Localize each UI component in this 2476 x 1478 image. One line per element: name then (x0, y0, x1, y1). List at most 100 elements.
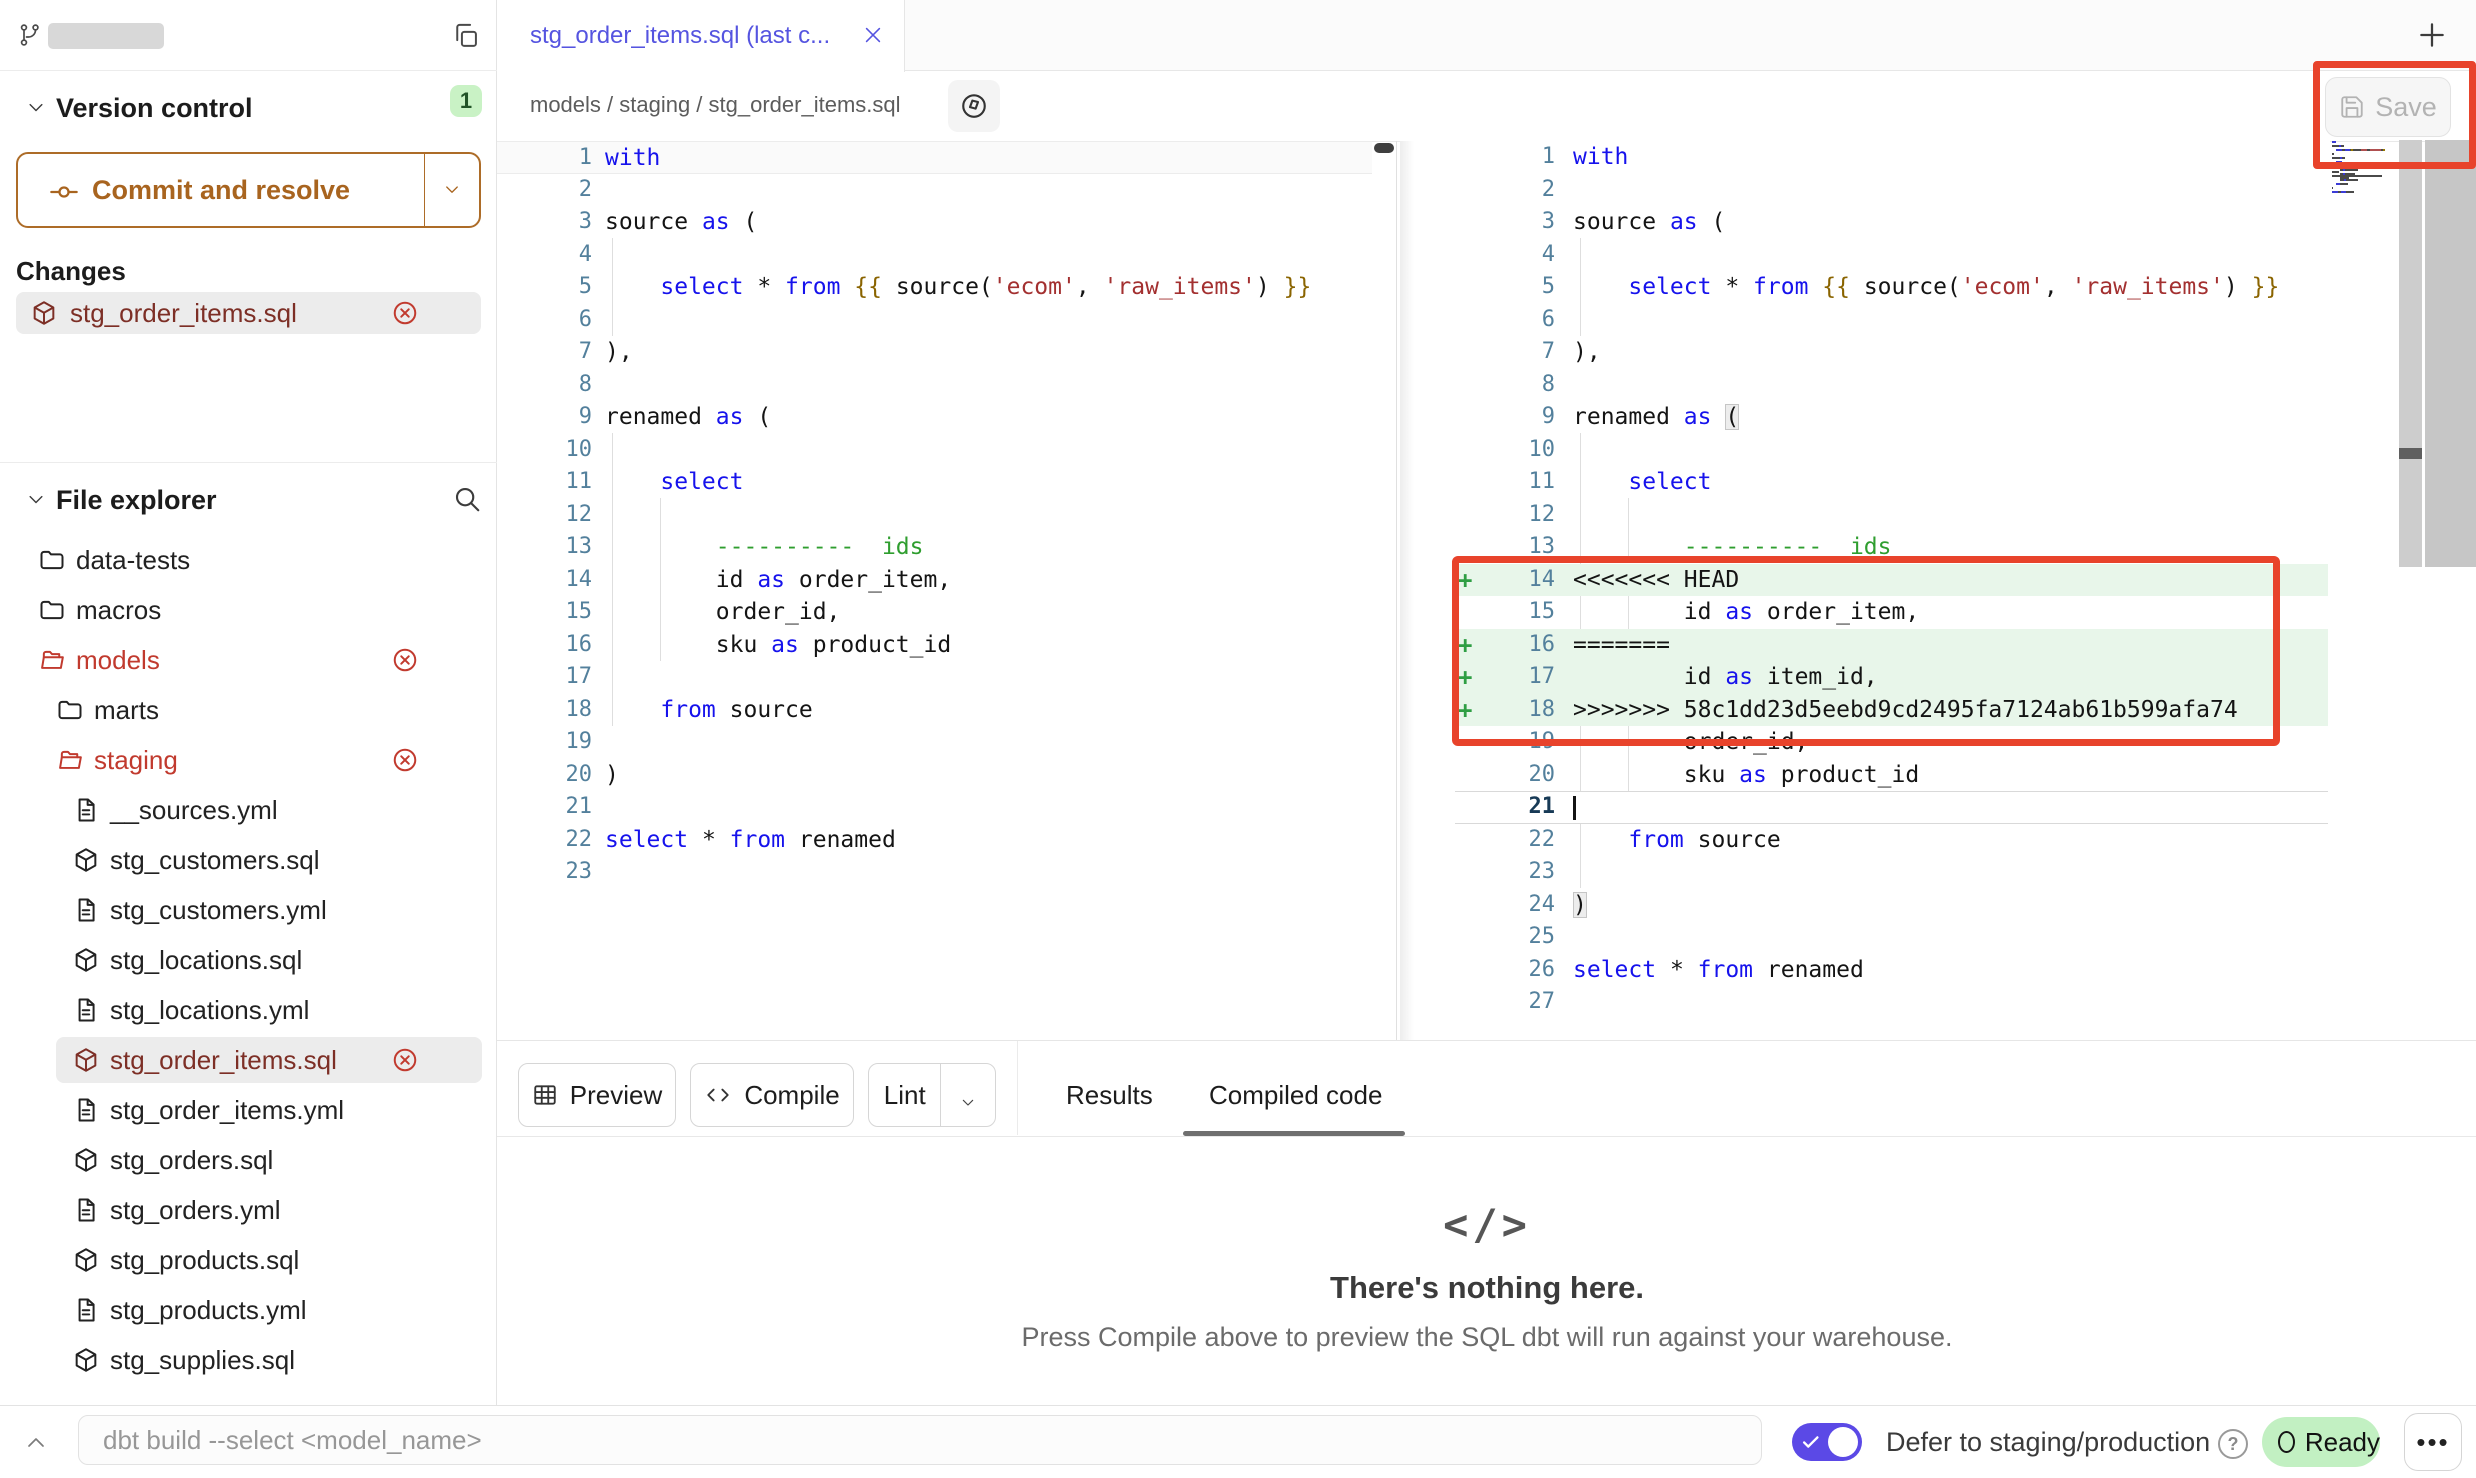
file-tree-item-stg_order_items.sql[interactable]: stg_order_items.sql (0, 1035, 497, 1085)
code-line-15[interactable]: 15 order_id, (497, 596, 1372, 629)
file-tree-item-stg_customers.yml[interactable]: stg_customers.yml (0, 885, 497, 935)
lint-dropdown-button[interactable] (940, 1064, 995, 1126)
line-number: 13 (497, 531, 592, 564)
discard-change-icon[interactable] (391, 299, 419, 327)
file-tree-item-macros[interactable]: macros (0, 585, 497, 635)
commit-dropdown-button[interactable] (424, 154, 479, 226)
code-line-16[interactable]: 16 sku as product_id (497, 629, 1372, 662)
code-line-6[interactable]: 6 (497, 304, 1372, 337)
code-line-8[interactable]: 8 (497, 369, 1372, 402)
tab-results[interactable]: Results (1066, 1080, 1153, 1111)
chevron-down-icon[interactable] (24, 490, 48, 510)
code-line-3[interactable]: 3source as ( (497, 206, 1372, 239)
code-line-20[interactable]: 20 sku as product_id (1400, 759, 2330, 792)
code-line-23[interactable]: 23 (497, 856, 1372, 889)
defer-label: Defer to staging/production (1886, 1427, 2210, 1458)
code-line-11[interactable]: 11 select (1400, 466, 2330, 499)
code-line-1[interactable]: 1with (1400, 141, 2330, 174)
code-line-19[interactable]: 19 (497, 726, 1372, 759)
code-line-25[interactable]: 25 (1400, 921, 2330, 954)
close-icon[interactable] (862, 24, 884, 46)
code-line-21[interactable]: 21 (497, 791, 1372, 824)
code-line-26[interactable]: 26select * from renamed (1400, 954, 2330, 987)
file-tree-item-models[interactable]: models (0, 635, 497, 685)
code-line-12[interactable]: 12 (1400, 499, 2330, 532)
code-line-21[interactable]: 21 (1400, 791, 2330, 824)
tab-compiled-code[interactable]: Compiled code (1209, 1080, 1382, 1111)
save-button[interactable]: Save (2325, 77, 2451, 137)
code-line-8[interactable]: 8 (1400, 369, 2330, 402)
code-line-14[interactable]: 14 id as order_item, (497, 564, 1372, 597)
code-line-4[interactable]: 4 (1400, 239, 2330, 272)
file-tree-item-stg_customers.sql[interactable]: stg_customers.sql (0, 835, 497, 885)
code-line-7[interactable]: 7), (497, 336, 1372, 369)
discard-change-icon[interactable] (391, 646, 419, 674)
lint-split-button[interactable]: Lint (868, 1063, 996, 1127)
code-line-9[interactable]: 9renamed as ( (1400, 401, 2330, 434)
commit-and-resolve-button[interactable]: Commit and resolve (16, 152, 481, 228)
search-icon[interactable] (452, 484, 482, 514)
code-line-1[interactable]: 1with (497, 141, 1372, 174)
tab-stg-order-items[interactable]: stg_order_items.sql (last c... (497, 0, 905, 72)
code-line-6[interactable]: 6 (1400, 304, 2330, 337)
discard-change-icon[interactable] (391, 1046, 419, 1074)
code-line-13[interactable]: 13 ---------- ids (497, 531, 1372, 564)
code-line-11[interactable]: 11 select (497, 466, 1372, 499)
new-tab-plus-icon[interactable] (2416, 19, 2448, 51)
defer-toggle[interactable] (1792, 1423, 1862, 1461)
code-line-22[interactable]: 22select * from renamed (497, 824, 1372, 857)
code-line-4[interactable]: 4 (497, 239, 1372, 272)
editor-scrollbar-track[interactable] (2399, 140, 2422, 567)
copy-icon[interactable] (452, 21, 480, 51)
file-tree-item-data-tests[interactable]: data-tests (0, 535, 497, 585)
lineage-button[interactable] (948, 80, 1000, 132)
changes-label: Changes (16, 256, 126, 287)
command-input[interactable] (78, 1415, 1762, 1465)
code-line-12[interactable]: 12 (497, 499, 1372, 532)
code-line-5[interactable]: 5 select * from {{ source('ecom', 'raw_i… (497, 271, 1372, 304)
code-line-22[interactable]: 22 from source (1400, 824, 2330, 857)
chevron-up-icon[interactable] (22, 1431, 50, 1455)
code-line-2[interactable]: 2 (1400, 174, 2330, 207)
help-icon[interactable]: ? (2218, 1429, 2248, 1459)
model-cube-icon (30, 299, 58, 327)
file-tree-item-stg_products.yml[interactable]: stg_products.yml (0, 1285, 497, 1335)
changed-file-row[interactable]: stg_order_items.sql (16, 292, 481, 334)
code-line-5[interactable]: 5 select * from {{ source('ecom', 'raw_i… (1400, 271, 2330, 304)
file-tree-item-stg_locations.sql[interactable]: stg_locations.sql (0, 935, 497, 985)
git-branch-icon[interactable] (18, 23, 42, 47)
more-options-button[interactable]: ••• (2404, 1413, 2462, 1471)
code-line-2[interactable]: 2 (497, 174, 1372, 207)
discard-change-icon[interactable] (391, 746, 419, 774)
preview-button[interactable]: Preview (518, 1063, 676, 1127)
code-line-9[interactable]: 9renamed as ( (497, 401, 1372, 434)
editor-scrollbar-thumb[interactable] (2399, 448, 2422, 459)
file-tree-item-stg_locations.yml[interactable]: stg_locations.yml (0, 985, 497, 1035)
line-number: 23 (497, 856, 592, 889)
code-line-24[interactable]: 24) (1400, 889, 2330, 922)
lint-button-label[interactable]: Lint (869, 1080, 940, 1111)
file-tree-item-stg_orders.yml[interactable]: stg_orders.yml (0, 1185, 497, 1235)
file-name: stg_products.sql (110, 1245, 299, 1276)
file-tree-item-stg_products.sql[interactable]: stg_products.sql (0, 1235, 497, 1285)
code-line-7[interactable]: 7), (1400, 336, 2330, 369)
code-line-10[interactable]: 10 (497, 434, 1372, 467)
editor-last-commit[interactable]: 1with23source as (45 select * from {{ so… (497, 141, 1372, 901)
code-line-3[interactable]: 3source as ( (1400, 206, 2330, 239)
code-line-27[interactable]: 27 (1400, 986, 2330, 1019)
code-line-18[interactable]: 18 from source (497, 694, 1372, 727)
file-tree-item-marts[interactable]: marts (0, 685, 497, 735)
chevron-down-icon[interactable] (24, 98, 48, 118)
code-line-23[interactable]: 23 (1400, 856, 2330, 889)
file-tree-item-__sources.yml[interactable]: __sources.yml (0, 785, 497, 835)
code-line-17[interactable]: 17 (497, 661, 1372, 694)
code-line-20[interactable]: 20) (497, 759, 1372, 792)
compile-button[interactable]: Compile (690, 1063, 854, 1127)
file-tree-item-stg_orders.sql[interactable]: stg_orders.sql (0, 1135, 497, 1185)
window-scrollbar-track[interactable] (2425, 140, 2476, 567)
file-tree-item-stg_order_items.yml[interactable]: stg_order_items.yml (0, 1085, 497, 1135)
code-line-10[interactable]: 10 (1400, 434, 2330, 467)
editor-scrollbar-thumb[interactable] (1374, 143, 1394, 153)
file-tree-item-staging[interactable]: staging (0, 735, 497, 785)
file-tree-item-stg_supplies.sql[interactable]: stg_supplies.sql (0, 1335, 497, 1385)
